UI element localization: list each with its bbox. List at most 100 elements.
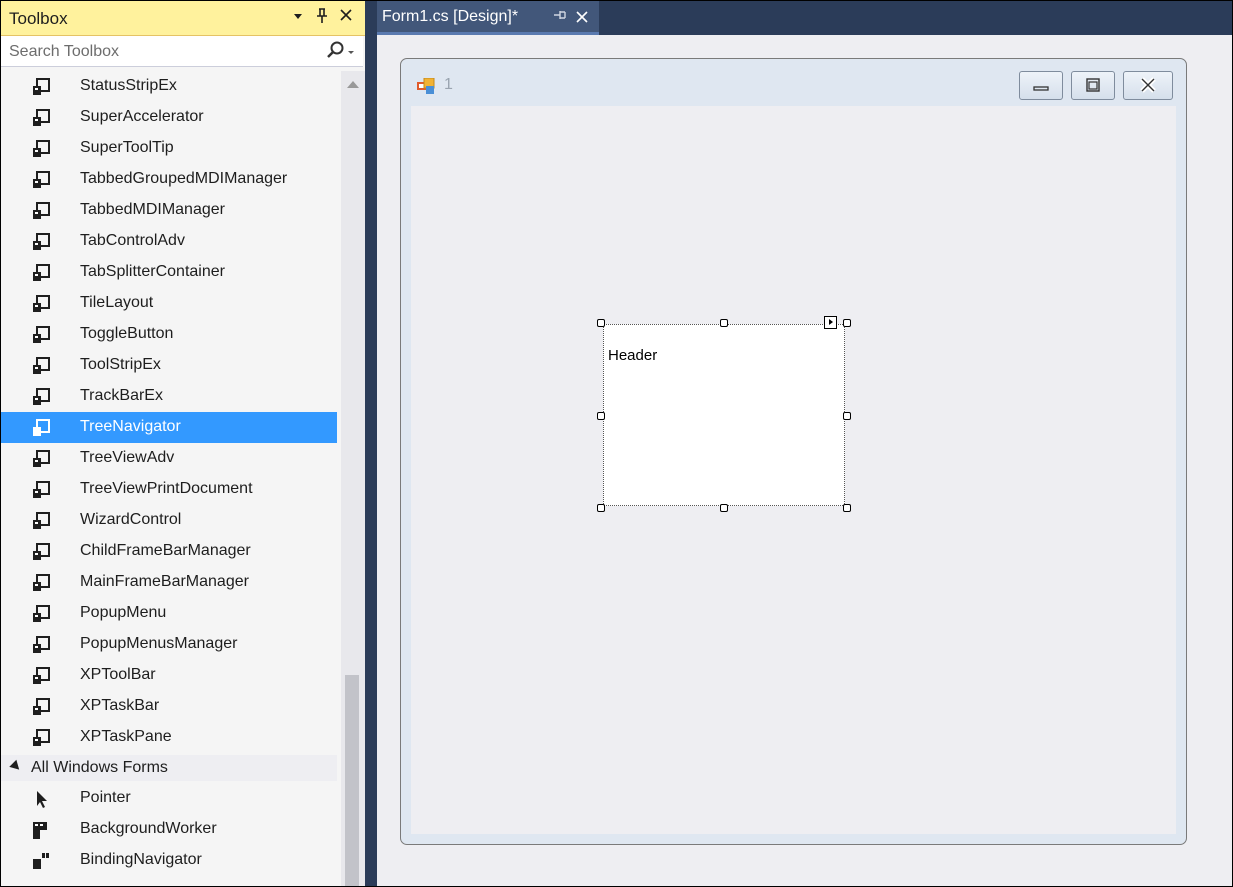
resize-handle-top-left[interactable] [597,319,605,327]
tab-form1-design[interactable]: Form1.cs [Design]* [377,1,599,35]
close-window-button[interactable] [1123,71,1173,100]
resize-handle-bottom[interactable] [720,504,728,512]
toolbox-section-all-windows-forms[interactable]: All Windows Forms [1,755,337,781]
component-icon [31,635,51,655]
toolbox-item-label: BindingNavigator [80,851,202,868]
component-icon [31,294,51,314]
pointer-icon [31,789,51,809]
component-icon [31,77,51,97]
toolbox-title: Toolbox [9,9,68,28]
component-icon [31,511,51,531]
document-tab-strip: Form1.cs [Design]* [377,1,1232,35]
resize-handle-left[interactable] [597,412,605,420]
component-icon [31,542,51,562]
pin-icon[interactable] [313,8,331,28]
component-icon [31,356,51,376]
component-icon [31,666,51,686]
dropdown-icon[interactable] [289,8,307,28]
toolbox-item-popupmenusmanager[interactable]: PopupMenusManager [1,629,337,660]
toolbox-item-xptoolbar[interactable]: XPToolBar [1,660,337,691]
toolbox-item-treeviewprintdocument[interactable]: TreeViewPrintDocument [1,474,337,505]
toolbox-item-label: TreeNavigator [80,418,181,435]
toolbox-item-tilelayout[interactable]: TileLayout [1,288,337,319]
form-icon [417,77,435,94]
maximize-button[interactable] [1071,71,1115,100]
toolbox-scrollbar[interactable] [341,71,365,886]
toolbox-item-toolstripex[interactable]: ToolStripEx [1,350,337,381]
component-icon [31,263,51,283]
toolbox-item-label: TabControlAdv [80,232,185,249]
toolbox-item-childframebarmanager[interactable]: ChildFrameBarManager [1,536,337,567]
toolbox-item-popupmenu[interactable]: PopupMenu [1,598,337,629]
search-icon[interactable] [323,40,359,62]
toolbox-item-label: ToolStripEx [80,356,161,373]
toolbox-item-tabcontroladv[interactable]: TabControlAdv [1,226,337,257]
search-input[interactable]: Search Toolbox [9,43,119,61]
tab-close-icon[interactable] [575,5,589,30]
component-icon [31,232,51,252]
expand-arrow-icon[interactable] [9,759,23,774]
component-icon [31,108,51,128]
toolbox-item-label: TabbedMDIManager [80,201,225,218]
toolbox-item-label: XPTaskBar [80,697,160,714]
binding-navigator-icon [31,851,51,871]
scroll-up-arrow-icon[interactable] [347,81,359,88]
toolbox-item-treenavigator[interactable]: TreeNavigator [1,412,337,443]
toolbox-search[interactable]: Search Toolbox [1,36,363,67]
component-icon [31,573,51,593]
toolbox-item-backgroundworker[interactable]: BackgroundWorker [1,814,337,845]
component-icon [31,170,51,190]
background-worker-icon [31,820,51,840]
toolbox-item-label: MainFrameBarManager [80,573,249,590]
toolbox-item-tabbedmdimanager[interactable]: TabbedMDIManager [1,195,337,226]
component-icon [31,139,51,159]
toolbox-item-mainframebarmanager[interactable]: MainFrameBarManager [1,567,337,598]
toolbox-item-label: TabbedGroupedMDIManager [80,170,288,187]
toolbox-item-bindingnavigator[interactable]: BindingNavigator [1,845,337,876]
toolbox-item-label: TrackBarEx [80,387,163,404]
toolbox-item-togglebutton[interactable]: ToggleButton [1,319,337,350]
form-title: 1 [444,76,453,93]
toolbox-item-supertooltip[interactable]: SuperToolTip [1,133,337,164]
resize-handle-right[interactable] [843,412,851,420]
resize-handle-top[interactable] [720,319,728,327]
toolbox-panel: Toolbox Search Toolbox StatusStripExSup [1,1,365,886]
component-icon [31,449,51,469]
toolbox-item-label: PopupMenusManager [80,635,238,652]
toolbox-item-label: XPTaskPane [80,728,172,745]
toolbox-item-xptaskpane[interactable]: XPTaskPane [1,722,337,753]
component-icon [31,604,51,624]
toolbox-item-tabsplittercontainer[interactable]: TabSplitterContainer [1,257,337,288]
tab-title: Form1.cs [Design]* [382,8,519,25]
toolbox-item-tabbedgroupedmdimanager[interactable]: TabbedGroupedMDIManager [1,164,337,195]
toolbox-item-label: XPToolBar [80,666,156,683]
close-icon[interactable] [337,8,355,28]
toolbox-item-label: SuperAccelerator [80,108,204,125]
smart-tag-glyph-icon[interactable] [824,316,837,329]
toolbox-item-label: SuperToolTip [80,139,174,156]
toolbox-item-label: StatusStripEx [80,77,177,94]
section-label: All Windows Forms [31,759,168,776]
toolbox-item-wizardcontrol[interactable]: WizardControl [1,505,337,536]
minimize-button[interactable] [1019,71,1063,100]
panel-splitter[interactable] [365,1,377,886]
resize-handle-bottom-right[interactable] [843,504,851,512]
toolbox-title-bar: Toolbox [1,1,365,36]
toolbox-item-treeviewadv[interactable]: TreeViewAdv [1,443,337,474]
toolbox-item-xptaskbar[interactable]: XPTaskBar [1,691,337,722]
resize-handle-top-right[interactable] [843,319,851,327]
scroll-thumb[interactable] [345,675,359,886]
component-icon [31,728,51,748]
toolbox-item-statusstripex[interactable]: StatusStripEx [1,71,337,102]
toolbox-item-label: WizardControl [80,511,182,528]
control-header-label: Header [608,347,658,364]
resize-handle-bottom-left[interactable] [597,504,605,512]
toolbox-item-superaccelerator[interactable]: SuperAccelerator [1,102,337,133]
toolbox-item-trackbarex[interactable]: TrackBarEx [1,381,337,412]
ide-window: Toolbox Search Toolbox StatusStripExSup [0,0,1233,887]
toolbox-item-label: BackgroundWorker [80,820,217,837]
toolbox-item-pointer[interactable]: Pointer [1,783,337,814]
tab-pin-icon[interactable] [553,8,567,25]
component-icon [31,325,51,345]
component-icon [31,697,51,717]
